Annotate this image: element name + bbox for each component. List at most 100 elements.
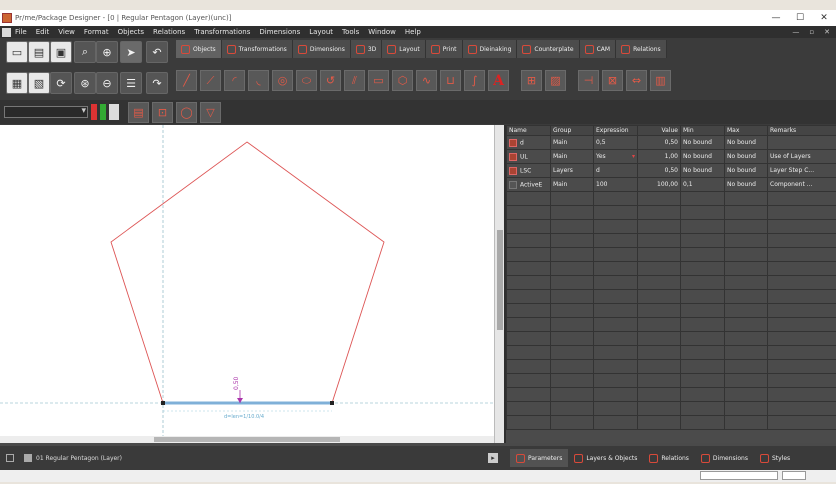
wave-tool-icon[interactable]: ∿ <box>416 70 437 91</box>
cell-min[interactable]: No bound <box>680 163 725 178</box>
cell-expression[interactable]: 0,5 <box>593 135 638 150</box>
horizontal-scroll-thumb[interactable] <box>154 437 340 442</box>
cell-group[interactable]: Layers <box>550 163 594 178</box>
col-header-value[interactable]: Value <box>637 125 681 136</box>
menu-tools[interactable]: Tools <box>342 28 359 36</box>
cell-max[interactable]: No bound <box>724 163 768 178</box>
expression-dropdown-icon[interactable]: ▾ <box>632 153 635 160</box>
play-icon[interactable]: ▸ <box>488 453 498 463</box>
line-tool-icon[interactable]: ╱ <box>176 70 197 91</box>
dimension-value[interactable]: 0,50 <box>233 376 240 390</box>
maximize-button[interactable]: ☐ <box>788 13 812 23</box>
collapse-icon[interactable] <box>6 454 14 462</box>
menu-layout[interactable]: Layout <box>309 28 333 36</box>
cell-expression[interactable]: d <box>593 163 638 178</box>
undo-icon[interactable]: ↶ <box>146 41 168 63</box>
cell-expression[interactable]: 100 <box>593 177 638 192</box>
cell-value[interactable]: 0,50 <box>637 163 681 178</box>
align-tool-icon[interactable]: ⊣ <box>578 70 599 91</box>
menu-dimensions[interactable]: Dimensions <box>259 28 300 36</box>
white-swatch[interactable] <box>109 104 119 120</box>
cell-remarks[interactable]: Component ... <box>767 177 836 192</box>
col-header-name[interactable]: Name <box>506 125 551 136</box>
cell-value[interactable]: 1,00 <box>637 149 681 164</box>
menu-relations[interactable]: Relations <box>153 28 185 36</box>
table-row[interactable]: ActiveE Main 100 100,00 0,1 No bound Com… <box>506 177 836 192</box>
snap-tool-icon[interactable]: ⊠ <box>602 70 623 91</box>
green-swatch[interactable] <box>100 104 106 120</box>
cell-group[interactable]: Main <box>550 177 594 192</box>
tab-layers-objects[interactable]: Layers & Objects <box>568 449 643 467</box>
save-icon[interactable]: ▣ <box>50 41 72 63</box>
table-row[interactable]: d Main 0,5 0,50 No bound No bound <box>506 135 836 150</box>
minimize-button[interactable]: — <box>764 13 788 23</box>
vertex-handle-left[interactable] <box>161 401 165 405</box>
menu-transformations[interactable]: Transformations <box>194 28 250 36</box>
menu-help[interactable]: Help <box>405 28 421 36</box>
tab-3d[interactable]: 3D <box>350 40 383 58</box>
col-header-min[interactable]: Min <box>680 125 725 136</box>
arc-tool-icon[interactable]: ◜ <box>224 70 245 91</box>
vertex-handle-right[interactable] <box>330 401 334 405</box>
new-file-icon[interactable]: ▭ <box>6 41 28 63</box>
tab-parameters[interactable]: Parameters <box>510 449 569 467</box>
filter-icon[interactable]: ▽ <box>200 101 221 123</box>
cell-remarks[interactable] <box>767 135 836 150</box>
frame-tool-icon[interactable]: ⊞ <box>521 70 542 91</box>
zoom-out-icon[interactable]: ⊖ <box>96 72 118 94</box>
cell-max[interactable]: No bound <box>724 177 768 192</box>
menu-window[interactable]: Window <box>368 28 396 36</box>
menu-objects[interactable]: Objects <box>118 28 144 36</box>
pentagon-shape[interactable] <box>110 141 385 404</box>
tab-styles[interactable]: Styles <box>754 449 796 467</box>
cell-min[interactable]: 0,1 <box>680 177 725 192</box>
mdi-restore-button[interactable]: ▫ <box>809 28 814 36</box>
print-icon[interactable]: ▦ <box>6 72 28 94</box>
mirror-tool-icon[interactable]: ⇔ <box>626 70 647 91</box>
vertical-scroll-thumb[interactable] <box>497 230 503 330</box>
tab-relations-panel[interactable]: Relations <box>643 449 695 467</box>
mdi-close-button[interactable]: ✕ <box>824 28 830 36</box>
tab-print[interactable]: Print <box>425 40 463 58</box>
cell-name[interactable]: ActiveE <box>506 177 551 192</box>
cell-min[interactable]: No bound <box>680 135 725 150</box>
layer-label[interactable]: 01 Regular Pentagon (Layer) <box>36 455 122 462</box>
open-folder-icon[interactable]: ▤ <box>28 41 50 63</box>
redo-icon[interactable]: ↷ <box>146 72 168 94</box>
menu-format[interactable]: Format <box>84 28 109 36</box>
bubble-icon[interactable]: ◯ <box>176 101 197 123</box>
list-view-icon[interactable]: ☰ <box>120 72 142 94</box>
cell-value[interactable]: 100,00 <box>637 177 681 192</box>
layer-columns-icon[interactable]: ⊡ <box>152 101 173 123</box>
polyline-tool-icon[interactable]: ⟋ <box>200 70 221 91</box>
tab-dimensions-panel[interactable]: Dimensions <box>695 449 754 467</box>
line-style-dropdown[interactable] <box>4 106 88 118</box>
cell-group[interactable]: Main <box>550 135 594 150</box>
columns-tool-icon[interactable]: ▥ <box>650 70 671 91</box>
cell-name[interactable]: LSC <box>506 163 551 178</box>
text-tool-icon[interactable]: A <box>488 70 509 91</box>
table-row[interactable]: UL Main Yes ▾ 1,00 No bound No bound Use … <box>506 149 836 164</box>
cell-expression[interactable]: Yes ▾ <box>593 149 638 164</box>
parallel-line-tool-icon[interactable]: ⫽ <box>344 70 365 91</box>
circle-tool-icon[interactable]: ◎ <box>272 70 293 91</box>
tab-transformations[interactable]: Transformations <box>221 40 293 58</box>
image-tool-icon[interactable]: ▨ <box>545 70 566 91</box>
vertical-scrollbar[interactable] <box>494 125 504 443</box>
cell-group[interactable]: Main <box>550 149 594 164</box>
polygon-tool-icon[interactable]: ⬡ <box>392 70 413 91</box>
tab-dimensions[interactable]: Dimensions <box>292 40 351 58</box>
print-preview-icon[interactable]: ▧ <box>28 72 50 94</box>
horizontal-scrollbar[interactable] <box>0 436 494 443</box>
zoom-fit-icon[interactable]: ⌕ <box>74 41 96 63</box>
cell-remarks[interactable]: Use of Layers <box>767 149 836 164</box>
u-shape-tool-icon[interactable]: ⊔ <box>440 70 461 91</box>
layer-settings-icon[interactable]: ▤ <box>128 101 149 123</box>
tab-objects[interactable]: Objects <box>176 40 222 58</box>
corner-arc-tool-icon[interactable]: ◟ <box>248 70 269 91</box>
tab-relations[interactable]: Relations <box>616 40 667 58</box>
cell-value[interactable]: 0,50 <box>637 135 681 150</box>
cell-name[interactable]: d <box>506 135 551 150</box>
tab-diemaking[interactable]: Dieinaking <box>462 40 518 58</box>
menu-view[interactable]: View <box>58 28 75 36</box>
